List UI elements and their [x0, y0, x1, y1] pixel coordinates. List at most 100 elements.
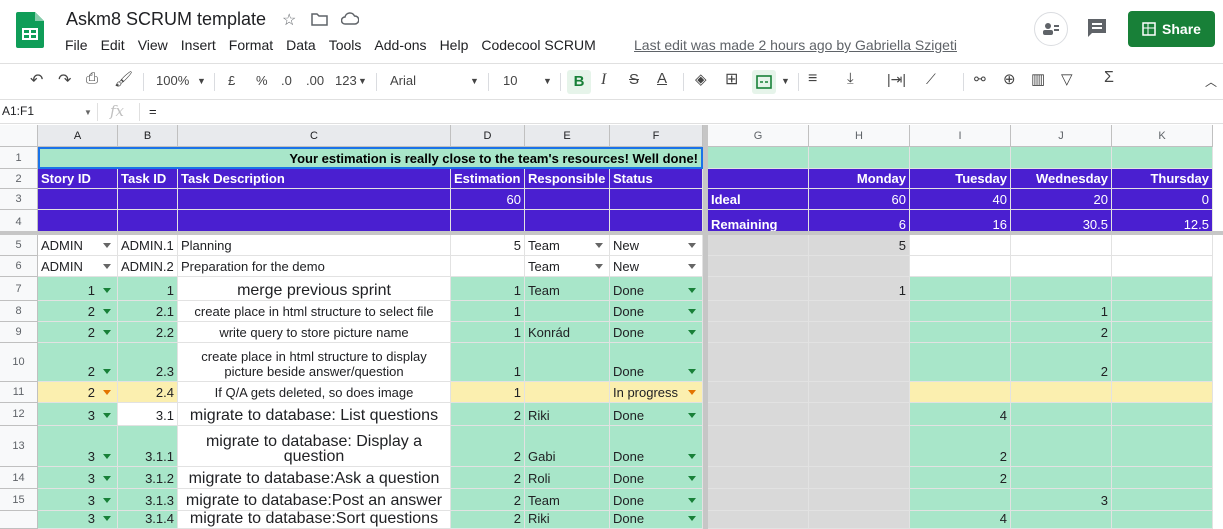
tuesday-cell[interactable]: [910, 301, 1011, 322]
row-header[interactable]: 10: [0, 343, 38, 382]
status-cell[interactable]: Done: [610, 322, 703, 343]
column-header-k[interactable]: K: [1112, 125, 1213, 147]
story-id-cell[interactable]: 2: [38, 301, 118, 322]
increase-decimal-button[interactable]: .00: [306, 73, 324, 88]
wednesday-cell[interactable]: [1011, 467, 1112, 489]
insert-link-icon[interactable]: ⚯: [974, 71, 986, 88]
menu-help[interactable]: Help: [439, 37, 476, 53]
row-header[interactable]: 13: [0, 426, 38, 467]
row-header[interactable]: [0, 511, 38, 529]
tuesday-cell[interactable]: 4: [910, 511, 1011, 529]
wednesday-cell[interactable]: [1011, 511, 1112, 529]
monday-cell[interactable]: [809, 467, 910, 489]
cell[interactable]: [708, 147, 809, 169]
thursday-cell[interactable]: [1112, 467, 1213, 489]
row-header[interactable]: 14: [0, 467, 38, 489]
paint-format-icon[interactable]: 🖌: [114, 70, 133, 88]
menu-codecool-scrum[interactable]: Codecool SCRUM: [480, 37, 602, 53]
merge-cells-button[interactable]: [752, 70, 776, 94]
meet-button[interactable]: [1034, 12, 1068, 46]
row-header[interactable]: 15: [0, 489, 38, 511]
status-cell[interactable]: New: [610, 256, 703, 277]
thursday-cell[interactable]: [1112, 235, 1213, 256]
header-story[interactable]: Story ID: [38, 169, 118, 189]
dropdown-arrow-icon[interactable]: [688, 454, 696, 459]
responsible-cell[interactable]: Riki: [525, 511, 610, 529]
status-cell[interactable]: Done: [610, 301, 703, 322]
monday-cell[interactable]: 1: [809, 277, 910, 301]
cell[interactable]: [708, 382, 809, 403]
estimation-cell[interactable]: 1: [451, 343, 525, 382]
estimation-cell[interactable]: 2: [451, 426, 525, 467]
header-est[interactable]: Estimation: [451, 169, 525, 189]
percent-button[interactable]: %: [256, 73, 268, 88]
status-cell[interactable]: Done: [610, 403, 703, 426]
story-id-cell[interactable]: 3: [38, 467, 118, 489]
thursday-cell[interactable]: [1112, 301, 1213, 322]
tuesday-cell[interactable]: [910, 235, 1011, 256]
header-task[interactable]: Task ID: [118, 169, 178, 189]
story-id-cell[interactable]: ADMIN: [38, 256, 118, 277]
wednesday-cell[interactable]: 3: [1011, 489, 1112, 511]
comment-icon[interactable]: [1086, 17, 1108, 39]
monday-cell[interactable]: [809, 426, 910, 467]
row-header[interactable]: 12: [0, 403, 38, 426]
strikethrough-button[interactable]: S: [629, 71, 639, 88]
wednesday-cell[interactable]: [1011, 382, 1112, 403]
borders-icon[interactable]: ⊞: [725, 69, 738, 89]
dropdown-arrow-icon[interactable]: [595, 243, 603, 248]
dropdown-arrow-icon[interactable]: [103, 309, 111, 314]
horizontal-align-icon[interactable]: ≡: [808, 70, 817, 88]
wednesday-cell[interactable]: [1011, 426, 1112, 467]
ideal-label[interactable]: Ideal: [708, 189, 809, 210]
tuesday-cell[interactable]: [910, 256, 1011, 277]
zoom-chevron-icon[interactable]: ▼: [197, 76, 206, 86]
estimation-cell[interactable]: 2: [451, 489, 525, 511]
task-description-cell[interactable]: create place in html structure to select…: [178, 301, 451, 322]
task-description-cell[interactable]: write query to store picture name: [178, 322, 451, 343]
dropdown-arrow-icon[interactable]: [103, 330, 111, 335]
dropdown-arrow-icon[interactable]: [103, 243, 111, 248]
name-box[interactable]: A1:F1: [2, 104, 34, 118]
dropdown-arrow-icon[interactable]: [103, 498, 111, 503]
cell[interactable]: [708, 301, 809, 322]
row-header[interactable]: 7: [0, 277, 38, 301]
monday-cell[interactable]: [809, 403, 910, 426]
estimation-cell[interactable]: 1: [451, 277, 525, 301]
undo-icon[interactable]: ↶: [30, 70, 43, 90]
task-id-cell[interactable]: 3.1.4: [118, 511, 178, 529]
fill-color-icon[interactable]: ◈: [695, 70, 707, 88]
font-size-select[interactable]: 10: [503, 73, 517, 88]
task-description-cell[interactable]: create place in html structure to displa…: [178, 343, 451, 382]
sheets-logo[interactable]: [16, 12, 44, 48]
row-header[interactable]: 1: [0, 147, 38, 169]
monday-cell[interactable]: [809, 301, 910, 322]
cell[interactable]: [118, 189, 178, 210]
merge-chevron-icon[interactable]: ▼: [781, 76, 790, 86]
dropdown-arrow-icon[interactable]: [688, 413, 696, 418]
document-title[interactable]: Askm8 SCRUM template: [66, 9, 266, 30]
cell[interactable]: [708, 467, 809, 489]
task-id-cell[interactable]: 1: [118, 277, 178, 301]
dropdown-arrow-icon[interactable]: [688, 498, 696, 503]
story-id-cell[interactable]: 2: [38, 322, 118, 343]
row-header[interactable]: 6: [0, 256, 38, 277]
dropdown-arrow-icon[interactable]: [688, 390, 696, 395]
frozen-row-divider[interactable]: [0, 231, 1223, 235]
estimation-cell[interactable]: 1: [451, 322, 525, 343]
dropdown-arrow-icon[interactable]: [103, 390, 111, 395]
estimation-cell[interactable]: 5: [451, 235, 525, 256]
dropdown-arrow-icon[interactable]: [103, 454, 111, 459]
story-id-cell[interactable]: 1: [38, 277, 118, 301]
tuesday-cell[interactable]: 4: [910, 403, 1011, 426]
frozen-column-divider[interactable]: [703, 125, 708, 529]
menu-format[interactable]: Format: [228, 37, 280, 53]
dropdown-arrow-icon[interactable]: [103, 476, 111, 481]
dropdown-arrow-icon[interactable]: [688, 288, 696, 293]
responsible-cell[interactable]: Team: [525, 235, 610, 256]
monday-cell[interactable]: [809, 382, 910, 403]
name-box-chevron-icon[interactable]: ▼: [84, 108, 92, 117]
status-cell[interactable]: Done: [610, 489, 703, 511]
menu-insert[interactable]: Insert: [180, 37, 223, 53]
column-header-h[interactable]: H: [809, 125, 910, 147]
